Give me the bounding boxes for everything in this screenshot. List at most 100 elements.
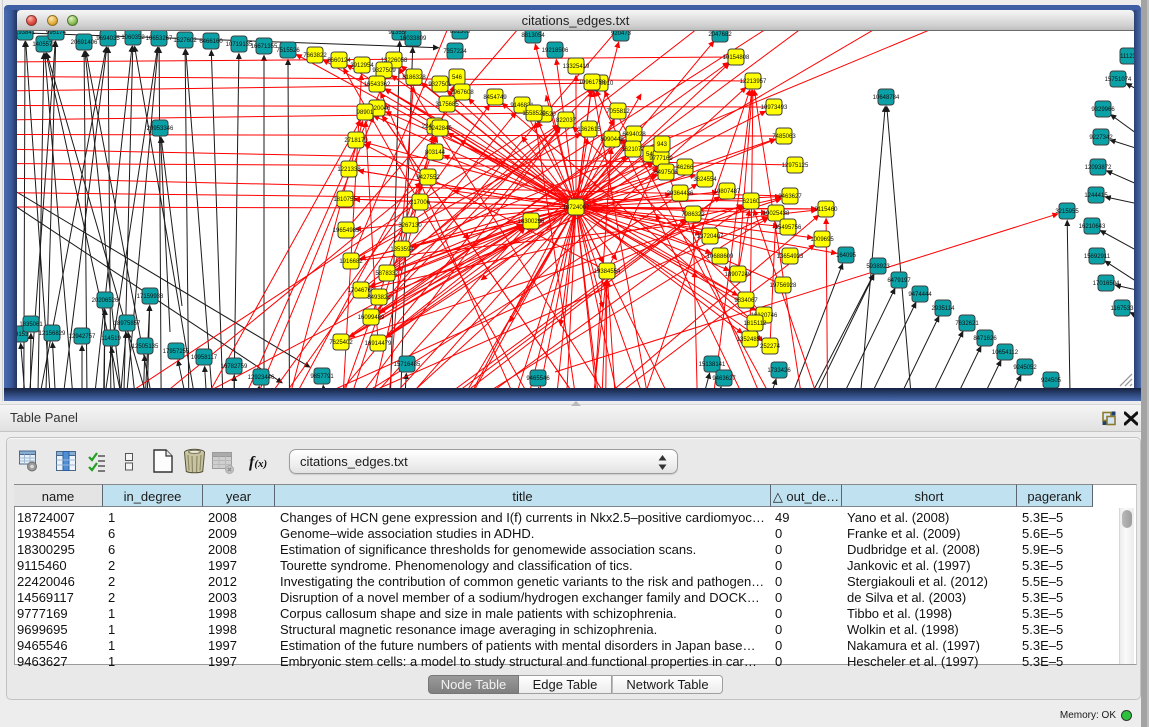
svg-text:1060352: 1060352 (121, 35, 145, 41)
svg-text:46266: 46266 (677, 165, 694, 171)
svg-text:1362615: 1362615 (577, 127, 601, 133)
svg-text:8471626: 8471626 (973, 336, 997, 342)
svg-text:16210643: 16210643 (1079, 224, 1106, 230)
svg-text:9115460: 9115460 (815, 207, 839, 213)
svg-text:18907249: 18907249 (725, 272, 752, 278)
svg-text:924505: 924505 (1041, 378, 1062, 384)
svg-text:803144: 803144 (425, 150, 446, 156)
svg-text:1558520: 1558520 (522, 111, 546, 117)
svg-text:13524851: 13524851 (737, 337, 764, 343)
svg-text:62160: 62160 (743, 199, 760, 205)
svg-text:2718179: 2718179 (344, 138, 368, 144)
svg-text:8186328: 8186328 (402, 75, 426, 81)
svg-text:10807487: 10807487 (714, 189, 741, 195)
svg-text:19384554: 19384554 (594, 269, 621, 275)
svg-text:9245052: 9245052 (1013, 365, 1037, 371)
svg-text:3267130: 3267130 (398, 223, 422, 229)
svg-text:1009695: 1009695 (810, 237, 834, 243)
svg-text:10653267: 10653267 (146, 36, 173, 42)
svg-text:114519: 114519 (101, 336, 121, 342)
svg-text:16782759: 16782759 (221, 364, 248, 370)
svg-text:1916682: 1916682 (339, 259, 363, 265)
svg-text:16099489: 16099489 (358, 315, 385, 321)
svg-text:920473: 920473 (611, 31, 632, 37)
svg-text:7515526: 7515526 (276, 48, 300, 54)
svg-text:98901: 98901 (357, 110, 374, 116)
svg-text:19654985: 19654985 (333, 228, 360, 234)
svg-text:1621072: 1621072 (621, 147, 645, 153)
svg-text:1221338: 1221338 (337, 167, 361, 173)
svg-text:15692911: 15692911 (1084, 254, 1111, 260)
svg-text:9227342: 9227342 (1089, 135, 1113, 141)
svg-text:17016504: 17016504 (1093, 281, 1120, 287)
svg-text:9465546: 9465546 (526, 376, 550, 382)
svg-text:6494028: 6494028 (622, 132, 646, 138)
svg-text:18300295: 18300295 (518, 219, 545, 225)
svg-text:16543362: 16543362 (364, 82, 391, 88)
svg-text:13654923: 13654923 (777, 254, 804, 260)
svg-text:12505135: 12505135 (132, 344, 159, 350)
svg-text:10654112: 10654112 (992, 350, 1019, 356)
svg-text:10719135: 10719135 (226, 42, 253, 48)
svg-text:9329966: 9329966 (1091, 107, 1115, 113)
svg-text:16033809: 16033809 (400, 36, 427, 42)
svg-text:7055812: 7055812 (606, 109, 630, 115)
svg-text:9463627: 9463627 (778, 194, 802, 200)
svg-text:20206526: 20206526 (92, 298, 119, 304)
svg-text:9777169: 9777169 (649, 156, 673, 162)
svg-text:20953346: 20953346 (147, 126, 174, 132)
svg-text:3624554: 3624554 (693, 177, 717, 183)
svg-text:8813054: 8813054 (521, 33, 545, 39)
svg-text:3912954: 3912954 (350, 63, 374, 69)
svg-text:1810755: 1810755 (333, 197, 357, 203)
svg-text:881305: 881305 (450, 31, 471, 35)
svg-text:20691406: 20691406 (71, 40, 98, 46)
svg-text:15751074: 15751074 (1105, 77, 1132, 83)
svg-text:11123: 11123 (1120, 54, 1134, 60)
svg-text:822037: 822037 (556, 118, 577, 124)
svg-text:9463627: 9463627 (712, 376, 736, 382)
svg-text:995174: 995174 (46, 31, 67, 36)
svg-text:10025438: 10025438 (763, 211, 790, 217)
svg-text:39153: 39153 (17, 332, 29, 338)
svg-text:12942757: 12942757 (69, 334, 96, 340)
svg-text:7663822: 7663822 (303, 53, 327, 59)
svg-text:12213957: 12213957 (740, 79, 767, 85)
svg-text:15716485: 15716485 (394, 362, 421, 368)
svg-text:8454749: 8454749 (483, 95, 507, 101)
svg-text:6497506: 6497506 (654, 170, 678, 176)
svg-text:6479197: 6479197 (887, 278, 911, 284)
svg-text:217006: 217006 (410, 200, 431, 206)
svg-text:17159938: 17159938 (137, 294, 164, 300)
svg-text:3493822: 3493822 (367, 295, 391, 301)
svg-text:17957255: 17957255 (163, 349, 190, 355)
svg-text:10961758: 10961758 (579, 80, 606, 86)
svg-text:10154808: 10154808 (723, 55, 750, 61)
svg-text:7625402: 7625402 (329, 340, 353, 346)
svg-text:7986322: 7986322 (681, 212, 705, 218)
svg-text:546: 546 (452, 75, 463, 81)
svg-text:2967608: 2967608 (450, 90, 474, 96)
svg-text:12923446: 12923446 (248, 375, 275, 381)
svg-text:5938923: 5938923 (866, 264, 890, 270)
svg-text:9474444: 9474444 (908, 292, 932, 298)
svg-text:164095: 164095 (836, 253, 857, 259)
svg-text:9242845: 9242845 (428, 126, 452, 132)
svg-text:5878332: 5878332 (375, 271, 399, 277)
svg-text:19756928: 19756928 (770, 283, 797, 289)
svg-text:12093872: 12093872 (1085, 165, 1112, 171)
svg-text:18975857: 18975857 (114, 321, 141, 327)
svg-text:19218506: 19218506 (542, 48, 569, 54)
svg-text:1835061: 1835061 (19, 322, 43, 328)
svg-text:13720407: 13720407 (697, 234, 724, 240)
svg-text:8660124: 8660124 (327, 58, 351, 64)
svg-text:13325419: 13325419 (563, 64, 590, 70)
svg-text:1527602: 1527602 (173, 38, 197, 44)
svg-text:9857791: 9857791 (310, 374, 334, 380)
svg-text:18724007: 18724007 (563, 205, 590, 211)
svg-text:9834067: 9834067 (734, 298, 758, 304)
svg-text:7632621: 7632621 (955, 321, 979, 327)
svg-text:1353594: 1353594 (390, 247, 414, 253)
svg-text:15138141: 15138141 (699, 362, 726, 368)
svg-text:2047682: 2047682 (708, 32, 732, 38)
